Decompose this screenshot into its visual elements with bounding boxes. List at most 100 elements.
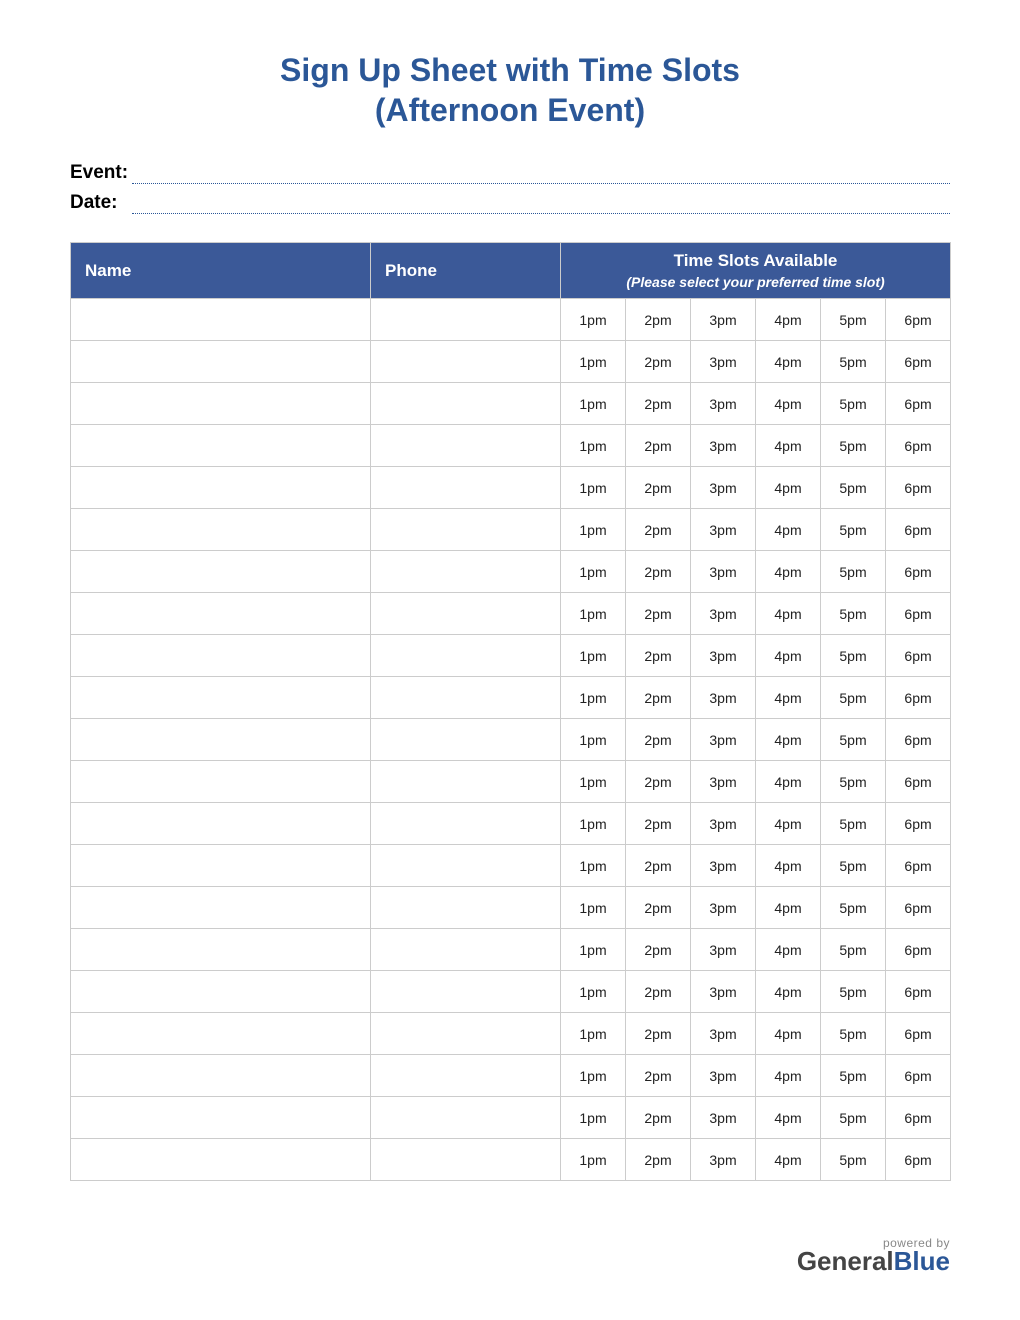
time-slot-cell[interactable]: 3pm [691, 551, 756, 593]
time-slot-cell[interactable]: 2pm [626, 677, 691, 719]
time-slot-cell[interactable]: 1pm [561, 635, 626, 677]
name-cell[interactable] [71, 845, 371, 887]
time-slot-cell[interactable]: 4pm [756, 509, 821, 551]
name-cell[interactable] [71, 677, 371, 719]
time-slot-cell[interactable]: 4pm [756, 929, 821, 971]
phone-cell[interactable] [371, 761, 561, 803]
time-slot-cell[interactable]: 2pm [626, 719, 691, 761]
time-slot-cell[interactable]: 2pm [626, 845, 691, 887]
name-cell[interactable] [71, 299, 371, 341]
time-slot-cell[interactable]: 2pm [626, 1013, 691, 1055]
name-cell[interactable] [71, 803, 371, 845]
phone-cell[interactable] [371, 1139, 561, 1181]
time-slot-cell[interactable]: 5pm [821, 677, 886, 719]
time-slot-cell[interactable]: 6pm [886, 509, 951, 551]
phone-cell[interactable] [371, 971, 561, 1013]
time-slot-cell[interactable]: 2pm [626, 1139, 691, 1181]
name-cell[interactable] [71, 593, 371, 635]
time-slot-cell[interactable]: 5pm [821, 509, 886, 551]
time-slot-cell[interactable]: 6pm [886, 803, 951, 845]
time-slot-cell[interactable]: 2pm [626, 761, 691, 803]
time-slot-cell[interactable]: 6pm [886, 887, 951, 929]
time-slot-cell[interactable]: 2pm [626, 1055, 691, 1097]
time-slot-cell[interactable]: 4pm [756, 887, 821, 929]
name-cell[interactable] [71, 425, 371, 467]
time-slot-cell[interactable]: 5pm [821, 593, 886, 635]
time-slot-cell[interactable]: 6pm [886, 1013, 951, 1055]
time-slot-cell[interactable]: 2pm [626, 635, 691, 677]
time-slot-cell[interactable]: 6pm [886, 719, 951, 761]
time-slot-cell[interactable]: 1pm [561, 593, 626, 635]
date-input-line[interactable] [132, 192, 950, 214]
time-slot-cell[interactable]: 5pm [821, 551, 886, 593]
time-slot-cell[interactable]: 6pm [886, 383, 951, 425]
phone-cell[interactable] [371, 635, 561, 677]
time-slot-cell[interactable]: 1pm [561, 425, 626, 467]
time-slot-cell[interactable]: 1pm [561, 1055, 626, 1097]
time-slot-cell[interactable]: 4pm [756, 467, 821, 509]
name-cell[interactable] [71, 551, 371, 593]
time-slot-cell[interactable]: 1pm [561, 1013, 626, 1055]
time-slot-cell[interactable]: 3pm [691, 509, 756, 551]
time-slot-cell[interactable]: 6pm [886, 971, 951, 1013]
phone-cell[interactable] [371, 299, 561, 341]
time-slot-cell[interactable]: 5pm [821, 467, 886, 509]
phone-cell[interactable] [371, 551, 561, 593]
phone-cell[interactable] [371, 887, 561, 929]
time-slot-cell[interactable]: 3pm [691, 719, 756, 761]
time-slot-cell[interactable]: 1pm [561, 845, 626, 887]
time-slot-cell[interactable]: 1pm [561, 887, 626, 929]
time-slot-cell[interactable]: 3pm [691, 299, 756, 341]
time-slot-cell[interactable]: 1pm [561, 299, 626, 341]
time-slot-cell[interactable]: 3pm [691, 341, 756, 383]
phone-cell[interactable] [371, 425, 561, 467]
name-cell[interactable] [71, 1055, 371, 1097]
name-cell[interactable] [71, 929, 371, 971]
time-slot-cell[interactable]: 3pm [691, 929, 756, 971]
time-slot-cell[interactable]: 2pm [626, 803, 691, 845]
time-slot-cell[interactable]: 3pm [691, 971, 756, 1013]
phone-cell[interactable] [371, 1097, 561, 1139]
time-slot-cell[interactable]: 6pm [886, 1055, 951, 1097]
phone-cell[interactable] [371, 1055, 561, 1097]
name-cell[interactable] [71, 509, 371, 551]
time-slot-cell[interactable]: 1pm [561, 761, 626, 803]
time-slot-cell[interactable]: 3pm [691, 1055, 756, 1097]
time-slot-cell[interactable]: 3pm [691, 1139, 756, 1181]
time-slot-cell[interactable]: 5pm [821, 299, 886, 341]
time-slot-cell[interactable]: 2pm [626, 509, 691, 551]
name-cell[interactable] [71, 761, 371, 803]
time-slot-cell[interactable]: 1pm [561, 1097, 626, 1139]
name-cell[interactable] [71, 971, 371, 1013]
time-slot-cell[interactable]: 3pm [691, 383, 756, 425]
time-slot-cell[interactable]: 3pm [691, 1097, 756, 1139]
name-cell[interactable] [71, 341, 371, 383]
time-slot-cell[interactable]: 4pm [756, 677, 821, 719]
time-slot-cell[interactable]: 2pm [626, 341, 691, 383]
time-slot-cell[interactable]: 4pm [756, 803, 821, 845]
time-slot-cell[interactable]: 2pm [626, 299, 691, 341]
time-slot-cell[interactable]: 2pm [626, 887, 691, 929]
time-slot-cell[interactable]: 4pm [756, 971, 821, 1013]
time-slot-cell[interactable]: 3pm [691, 677, 756, 719]
phone-cell[interactable] [371, 677, 561, 719]
time-slot-cell[interactable]: 3pm [691, 467, 756, 509]
time-slot-cell[interactable]: 5pm [821, 929, 886, 971]
time-slot-cell[interactable]: 6pm [886, 635, 951, 677]
time-slot-cell[interactable]: 4pm [756, 761, 821, 803]
time-slot-cell[interactable]: 4pm [756, 299, 821, 341]
time-slot-cell[interactable]: 6pm [886, 761, 951, 803]
time-slot-cell[interactable]: 1pm [561, 551, 626, 593]
time-slot-cell[interactable]: 4pm [756, 425, 821, 467]
time-slot-cell[interactable]: 4pm [756, 1013, 821, 1055]
time-slot-cell[interactable]: 1pm [561, 971, 626, 1013]
time-slot-cell[interactable]: 5pm [821, 887, 886, 929]
phone-cell[interactable] [371, 383, 561, 425]
phone-cell[interactable] [371, 719, 561, 761]
time-slot-cell[interactable]: 5pm [821, 635, 886, 677]
phone-cell[interactable] [371, 929, 561, 971]
time-slot-cell[interactable]: 2pm [626, 929, 691, 971]
phone-cell[interactable] [371, 341, 561, 383]
time-slot-cell[interactable]: 1pm [561, 341, 626, 383]
time-slot-cell[interactable]: 6pm [886, 551, 951, 593]
